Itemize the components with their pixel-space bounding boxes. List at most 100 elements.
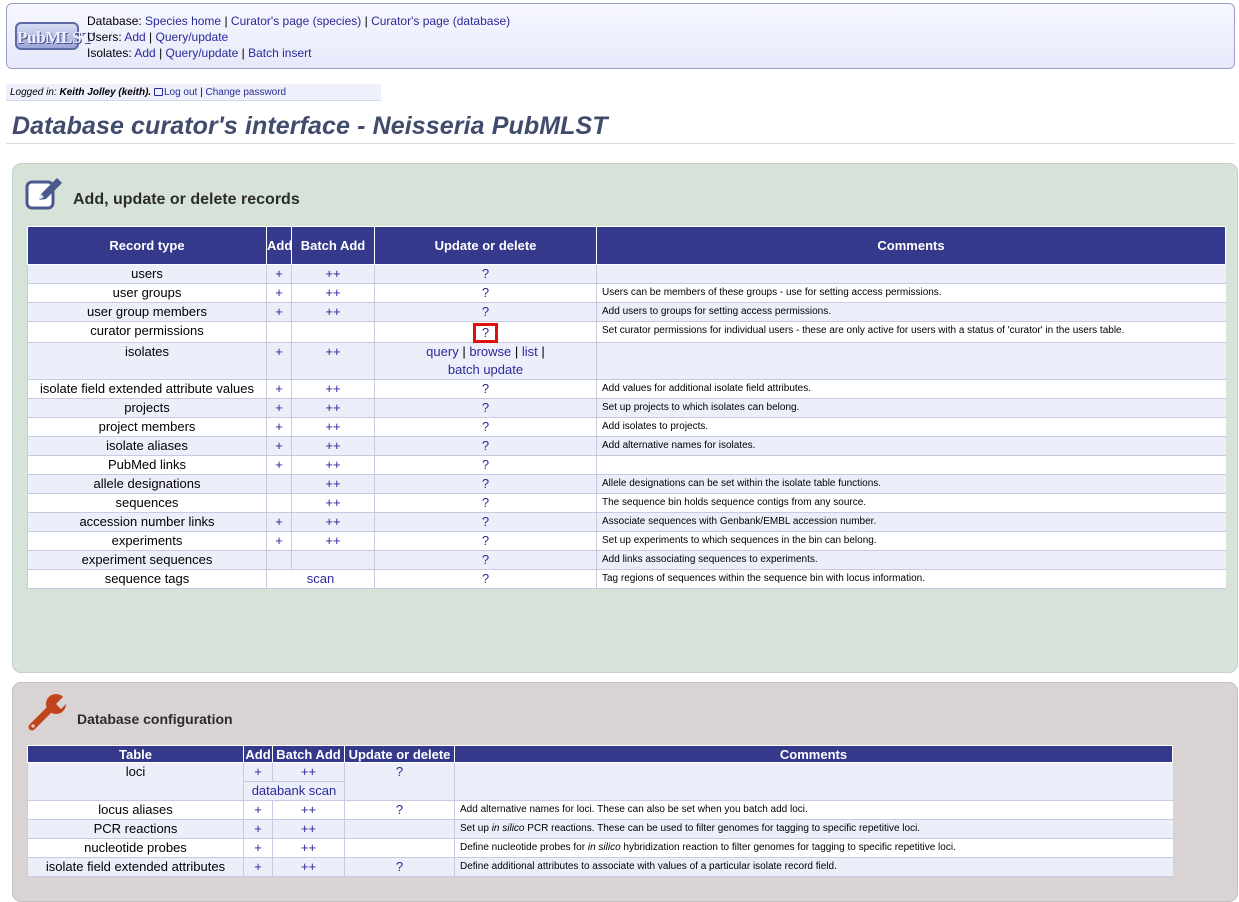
add-link[interactable]: + (275, 438, 283, 453)
table-row: isolate aliases + ++ ? Add alternative n… (27, 436, 1226, 456)
add-link[interactable]: + (275, 344, 283, 359)
record-type: isolate field extended attributes (27, 857, 244, 877)
edit-icon (25, 178, 62, 210)
update-link[interactable]: ? (482, 266, 489, 281)
isolates-query-link[interactable]: query (426, 344, 459, 359)
update-link[interactable]: ? (482, 400, 489, 415)
comment: Add alternative names for isolates. (596, 436, 1226, 456)
add-link[interactable]: + (275, 400, 283, 415)
batch-add-link[interactable]: ++ (325, 533, 340, 548)
logged-in-label: Logged in: Keith Jolley (keith). (10, 87, 152, 98)
batch-add-link[interactable]: ++ (325, 514, 340, 529)
update-link[interactable]: ? (396, 859, 403, 874)
table-row: nucleotide probes + ++ Define nucleotide… (27, 838, 1173, 858)
update-link[interactable]: ? (482, 514, 489, 529)
table-row: users + ++ ? (27, 264, 1226, 284)
batch-add-link[interactable]: ++ (301, 802, 316, 817)
site-header: PubMLST Database: Species home | Curator… (6, 3, 1235, 69)
batch-add-link[interactable]: ++ (325, 419, 340, 434)
batch-add-link[interactable]: ++ (301, 840, 316, 855)
col-batch-add: Batch Add (272, 745, 345, 763)
isolates-add-link[interactable]: Add (134, 46, 155, 60)
users-add-link[interactable]: Add (124, 30, 145, 44)
add-link[interactable]: + (254, 764, 262, 779)
batch-add-link[interactable]: ++ (325, 304, 340, 319)
add-link[interactable]: + (275, 381, 283, 396)
update-link[interactable]: ? (482, 495, 489, 510)
config-panel: Database configuration Table Add Batch A… (12, 682, 1238, 902)
update-link[interactable]: ? (396, 764, 403, 779)
add-link[interactable]: + (275, 419, 283, 434)
comment (596, 264, 1226, 284)
add-link[interactable]: + (254, 840, 262, 855)
add-link[interactable]: + (275, 304, 283, 319)
col-comments: Comments (454, 745, 1173, 763)
batch-add-link[interactable]: ++ (325, 266, 340, 281)
add-link[interactable]: + (275, 457, 283, 472)
batch-add-link[interactable]: ++ (325, 381, 340, 396)
change-password-link[interactable]: Change password (206, 87, 287, 98)
comment: Allele designations can be set within th… (596, 474, 1226, 494)
add-link[interactable]: + (254, 802, 262, 817)
table-row: project members + ++ ? Add isolates to p… (27, 417, 1226, 437)
logout-link[interactable]: Log out (164, 87, 197, 98)
config-heading: Database configuration (77, 711, 233, 727)
add-link[interactable]: + (254, 821, 262, 836)
batch-add-link[interactable]: ++ (301, 859, 316, 874)
table-row: sequences ++ ? The sequence bin holds se… (27, 493, 1226, 513)
add-link[interactable]: + (254, 859, 262, 874)
comment: Tag regions of sequences within the sequ… (596, 569, 1226, 589)
batch-add-link[interactable]: ++ (325, 285, 340, 300)
scan-link[interactable]: scan (307, 571, 334, 586)
table-row: PubMed links + ++ ? (27, 455, 1226, 475)
batch-add-link[interactable]: ++ (325, 495, 340, 510)
update-link[interactable]: ? (482, 571, 489, 586)
batch-add-link[interactable]: ++ (325, 344, 340, 359)
databank-scan-link[interactable]: databank scan (252, 783, 337, 798)
records-table: Record type Add Batch Add Update or dele… (27, 226, 1226, 589)
users-query-update-link[interactable]: Query/update (156, 30, 229, 44)
update-link[interactable]: ? (396, 802, 403, 817)
species-home-link[interactable]: Species home (145, 14, 221, 28)
update-link[interactable]: ? (482, 476, 489, 491)
update-link[interactable]: ? (482, 304, 489, 319)
pubmlst-logo[interactable]: PubMLST (15, 22, 93, 50)
update-link[interactable]: ? (482, 381, 489, 396)
add-link[interactable]: + (275, 285, 283, 300)
curator-permissions-update-link[interactable]: ? (472, 323, 499, 343)
batch-add-link[interactable]: ++ (325, 438, 340, 453)
batch-add-link[interactable]: ++ (301, 764, 316, 779)
isolates-batch-insert-link[interactable]: Batch insert (248, 46, 311, 60)
batch-add-link[interactable]: ++ (301, 821, 316, 836)
update-link[interactable]: ? (482, 457, 489, 472)
add-link[interactable]: + (275, 266, 283, 281)
table-row: experiment sequences ? Add links associa… (27, 550, 1226, 570)
curators-page-species-link[interactable]: Curator's page (species) (231, 14, 361, 28)
curators-page-database-link[interactable]: Curator's page (database) (371, 14, 510, 28)
isolates-batch-update-link[interactable]: batch update (448, 362, 523, 377)
comment: Set up projects to which isolates can be… (596, 398, 1226, 418)
isolates-query-update-link[interactable]: Query/update (166, 46, 239, 60)
update-link[interactable]: ? (482, 533, 489, 548)
batch-add-link[interactable]: ++ (325, 400, 340, 415)
comment: Add values for additional isolate field … (596, 379, 1226, 399)
batch-add-link[interactable]: ++ (325, 457, 340, 472)
update-link[interactable]: ? (482, 419, 489, 434)
update-link[interactable]: ? (482, 552, 489, 567)
add-link[interactable]: + (275, 533, 283, 548)
comment (596, 455, 1226, 475)
col-comments: Comments (596, 226, 1226, 265)
table-row: sequence tags scan ? Tag regions of sequ… (27, 569, 1226, 589)
batch-add-link[interactable]: ++ (325, 476, 340, 491)
title-divider (6, 143, 1235, 144)
update-link[interactable]: ? (482, 438, 489, 453)
table-row: projects + ++ ? Set up projects to which… (27, 398, 1226, 418)
record-type: curator permissions (27, 321, 267, 343)
isolates-list-link[interactable]: list (522, 344, 538, 359)
record-type: experiment sequences (27, 550, 267, 570)
comment (454, 762, 1173, 801)
isolates-browse-link[interactable]: browse (469, 344, 511, 359)
comment: Add alternative names for loci. These ca… (454, 800, 1173, 820)
add-link[interactable]: + (275, 514, 283, 529)
update-link[interactable]: ? (482, 285, 489, 300)
